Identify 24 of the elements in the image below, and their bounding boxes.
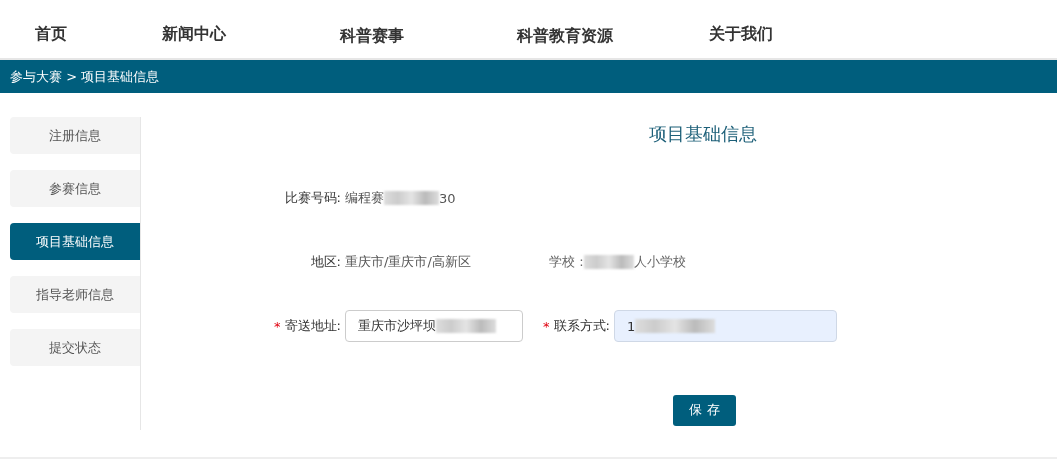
field-label: 联系方式:: [553, 317, 610, 335]
nav-link[interactable]: 科普赛事: [340, 26, 404, 47]
sidebar-item[interactable]: 指导老师信息: [10, 276, 140, 313]
input-field[interactable]: 1: [614, 310, 837, 342]
save-button[interactable]: 保 存: [673, 394, 736, 426]
nav-link[interactable]: 科普教育资源: [517, 26, 613, 47]
nav-link[interactable]: 新闻中心: [162, 24, 226, 45]
sidebar-item[interactable]: 注册信息: [10, 117, 140, 154]
field-label: 寄送地址:: [284, 317, 341, 335]
field-label: 比赛号码:: [283, 189, 341, 207]
sidebar-item[interactable]: 提交状态: [10, 329, 140, 366]
sidebar-item[interactable]: 参赛信息: [10, 170, 140, 207]
input-field[interactable]: 重庆市沙坪坝: [345, 310, 523, 342]
field-value: 学校 : 人小学校: [549, 253, 686, 271]
field-value: 编程赛 30: [345, 189, 456, 207]
page-title: 项目基础信息: [648, 122, 758, 146]
field-label: 地区:: [309, 253, 341, 271]
required-mark: *: [543, 318, 550, 334]
nav-link[interactable]: 首页: [35, 24, 67, 45]
field-value: 重庆市/重庆市/高新区: [345, 253, 472, 271]
breadcrumb: 参与大赛 > 项目基础信息: [0, 60, 1057, 93]
required-mark: *: [274, 318, 281, 334]
nav-link[interactable]: 关于我们: [709, 24, 773, 45]
sidebar-item[interactable]: 项目基础信息: [10, 223, 140, 260]
